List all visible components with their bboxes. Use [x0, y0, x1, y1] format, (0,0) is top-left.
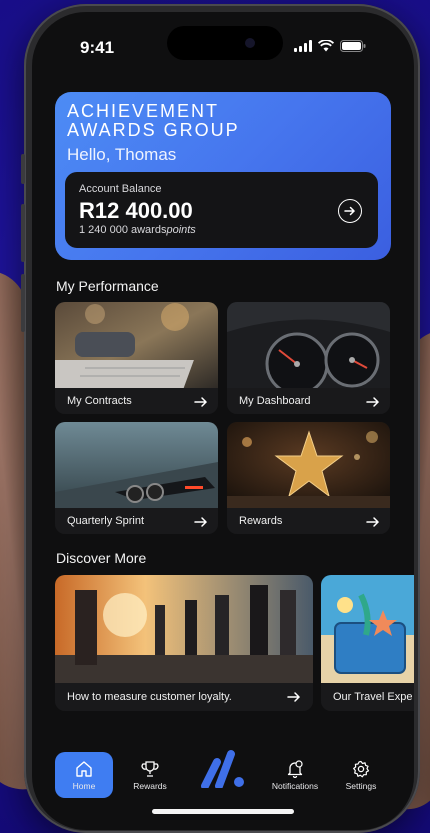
section-title-discover: Discover More [56, 550, 147, 566]
bottom-navigation: Home Rewards Notifications Settings [32, 738, 414, 830]
street-crowd-image [55, 575, 313, 683]
brand-logo-icon [201, 750, 244, 788]
nav-settings[interactable]: Settings [332, 752, 390, 798]
gear-icon [353, 760, 370, 778]
wifi-icon [318, 40, 334, 52]
volume-down-button [21, 274, 25, 332]
contracts-image [55, 302, 218, 388]
status-bar: 9:41 [32, 12, 414, 72]
arrow-right-icon [194, 517, 208, 527]
tile-label: Quarterly Sprint [67, 515, 145, 527]
tile-label: My Contracts [67, 395, 132, 407]
greeting: Hello, Thomas [67, 145, 177, 164]
balance-amount: R12 400.00 [79, 198, 193, 223]
sprint-image [55, 422, 218, 508]
tile-label: Rewards [239, 515, 283, 527]
account-hero-card: ACHIEVEMENT AWARDS GROUP Hello, Thomas A… [55, 92, 391, 260]
status-icons [294, 40, 366, 52]
star-image [227, 422, 390, 508]
tile-label: My Dashboard [239, 395, 311, 407]
tile-rewards[interactable]: Rewards [227, 422, 390, 534]
trophy-icon [141, 761, 159, 777]
nav-rewards[interactable]: Rewards [121, 752, 179, 798]
battery-icon [340, 40, 366, 52]
arrow-right-icon [287, 692, 301, 702]
arrow-right-icon [366, 397, 380, 407]
arrow-right-icon [194, 397, 208, 407]
points-balance: 1 240 000 awardspoints [79, 224, 196, 236]
tile-my-contracts[interactable]: My Contracts [55, 302, 218, 414]
volume-up-button [21, 204, 25, 262]
nav-brand-logo[interactable] [194, 748, 252, 794]
nav-label: Settings [345, 781, 377, 791]
section-title-performance: My Performance [56, 278, 159, 294]
side-button [21, 154, 25, 184]
discover-card-loyalty[interactable]: How to measure customer loyalty. [55, 575, 313, 711]
dynamic-island [167, 26, 283, 60]
status-time: 9:41 [80, 38, 115, 57]
discover-card-label: Our Travel Expe [333, 691, 413, 703]
home-indicator[interactable] [152, 809, 294, 814]
app-screen: 9:41 ACHIEVEMENT AWARDS GROUP Hello, Tho… [32, 12, 414, 830]
account-balance-card[interactable]: Account Balance R12 400.00 1 240 000 awa… [65, 172, 378, 248]
discover-card-label: How to measure customer loyalty. [67, 691, 232, 703]
nav-notifications[interactable]: Notifications [266, 752, 324, 798]
discover-card-travel[interactable]: Our Travel Expe [321, 575, 414, 711]
arrow-right-icon [366, 517, 380, 527]
travel-suitcase-image [321, 575, 414, 683]
bell-icon [287, 760, 303, 778]
home-icon [76, 761, 92, 777]
nav-label: Notifications [271, 781, 319, 791]
dashboard-image [227, 302, 390, 388]
tile-quarterly-sprint[interactable]: Quarterly Sprint [55, 422, 218, 534]
brand-title: ACHIEVEMENT AWARDS GROUP [67, 101, 240, 140]
balance-label: Account Balance [79, 183, 162, 195]
tile-my-dashboard[interactable]: My Dashboard [227, 302, 390, 414]
signal-icon [294, 40, 312, 52]
balance-arrow-icon[interactable] [338, 199, 362, 223]
nav-label: Rewards [133, 781, 167, 791]
nav-home[interactable]: Home [55, 752, 113, 798]
nav-label: Home [72, 781, 96, 791]
